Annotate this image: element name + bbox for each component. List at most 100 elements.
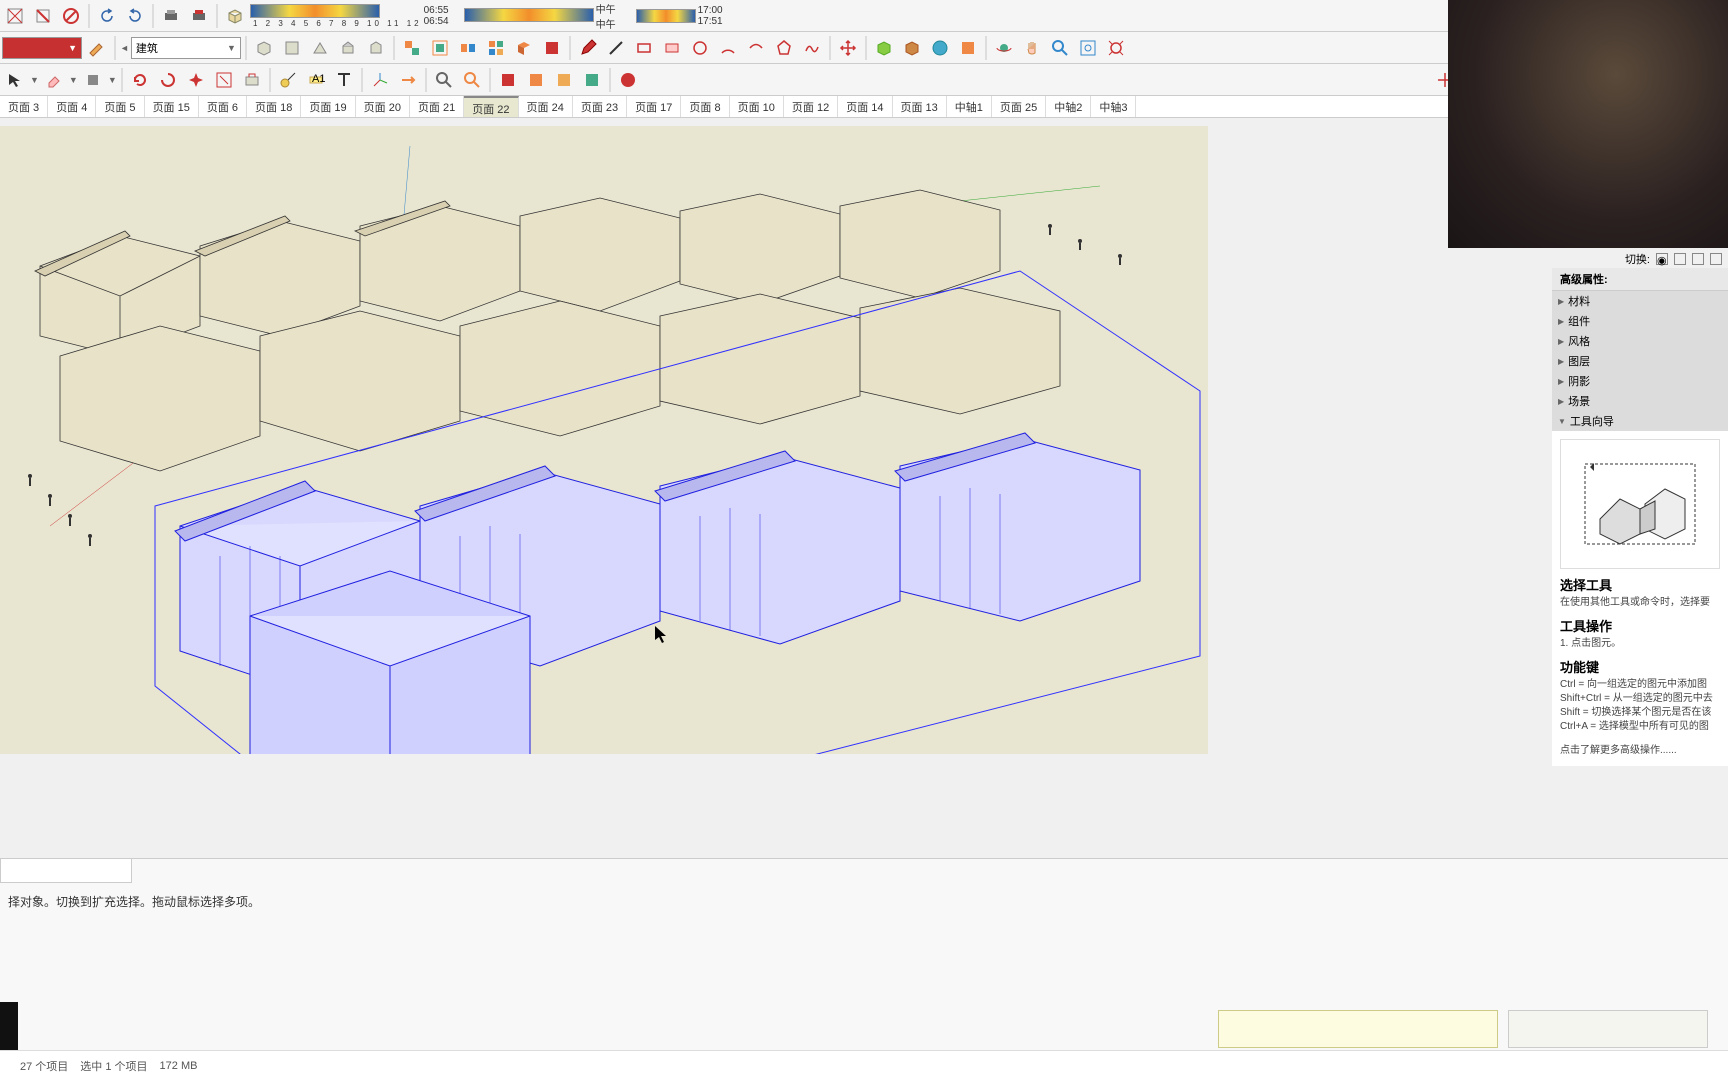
component-6-icon[interactable] — [539, 35, 565, 61]
paint-bucket-icon[interactable] — [80, 67, 106, 93]
scene-tab[interactable]: 页面 18 — [247, 96, 301, 117]
scene-tab[interactable]: 页面 19 — [301, 96, 355, 117]
undo-icon[interactable] — [94, 3, 120, 29]
view-front-icon[interactable] — [307, 35, 333, 61]
paint-icon[interactable] — [84, 35, 110, 61]
circle-icon[interactable] — [687, 35, 713, 61]
ext-2-icon[interactable] — [523, 67, 549, 93]
rect-fill-icon[interactable] — [659, 35, 685, 61]
toggle-1-icon[interactable]: ◉ — [1656, 253, 1668, 265]
panel-section-header[interactable]: 阴影 — [1552, 371, 1728, 391]
scene-tab[interactable]: 页面 6 — [199, 96, 247, 117]
material-dropdown[interactable]: ▼ — [2, 37, 82, 59]
tool-cancel-icon[interactable] — [58, 3, 84, 29]
zoom-sel-icon[interactable] — [459, 67, 485, 93]
plugin-2-icon[interactable] — [899, 35, 925, 61]
scene-tab[interactable]: 页面 21 — [410, 96, 464, 117]
scene-tab[interactable]: 页面 8 — [681, 96, 729, 117]
text-icon[interactable] — [331, 67, 357, 93]
rotate-icon[interactable] — [155, 67, 181, 93]
ext-5-icon[interactable] — [615, 67, 641, 93]
ext-1-icon[interactable] — [495, 67, 521, 93]
dimension-icon[interactable]: A1 — [303, 67, 329, 93]
toggle-4-icon[interactable] — [1710, 253, 1722, 265]
panel-section-header[interactable]: 组件 — [1552, 311, 1728, 331]
panel-section-header[interactable]: 工具向导 — [1552, 411, 1728, 431]
scene-tab[interactable]: 中轴3 — [1091, 96, 1136, 117]
eraser-icon[interactable] — [41, 67, 67, 93]
orbit-icon[interactable] — [991, 35, 1017, 61]
view-top-icon[interactable] — [279, 35, 305, 61]
toggle-3-icon[interactable] — [1692, 253, 1704, 265]
scene-tab[interactable]: 页面 22 — [464, 96, 518, 117]
arc2-icon[interactable] — [743, 35, 769, 61]
more-link[interactable]: 点击了解更多高级操作...... — [1560, 744, 1720, 758]
layer-dropdown[interactable]: 建筑▼ — [131, 37, 241, 59]
ext-4-icon[interactable] — [579, 67, 605, 93]
tape-icon[interactable] — [275, 67, 301, 93]
zoom-window-icon[interactable] — [1075, 35, 1101, 61]
move-red-icon[interactable] — [835, 35, 861, 61]
scene-tab[interactable]: 页面 20 — [356, 96, 410, 117]
line-icon[interactable] — [603, 35, 629, 61]
zoom-icon[interactable] — [1047, 35, 1073, 61]
shadow-time-1[interactable]: 1 2 3 4 5 6 7 8 9 10 11 12 — [250, 4, 422, 28]
followme-icon[interactable] — [239, 67, 265, 93]
view-side-icon[interactable] — [335, 35, 361, 61]
arc-icon[interactable] — [715, 35, 741, 61]
tool-select-icon[interactable] — [2, 3, 28, 29]
panel-section-header[interactable]: 图层 — [1552, 351, 1728, 371]
component-2-icon[interactable] — [427, 35, 453, 61]
refresh-icon[interactable] — [127, 67, 153, 93]
scene-tab[interactable]: 页面 5 — [96, 96, 144, 117]
print-icon[interactable] — [158, 3, 184, 29]
scene-tab[interactable]: 页面 14 — [838, 96, 892, 117]
scale-sparkle-icon[interactable] — [183, 67, 209, 93]
view-back-icon[interactable] — [363, 35, 389, 61]
view-iso-icon[interactable] — [251, 35, 277, 61]
component-3-icon[interactable] — [455, 35, 481, 61]
pencil-icon[interactable] — [575, 35, 601, 61]
tool-delete-icon[interactable] — [30, 3, 56, 29]
component-5-icon[interactable] — [511, 35, 537, 61]
redo-icon[interactable] — [122, 3, 148, 29]
shadow-time-2[interactable] — [464, 8, 594, 23]
plugin-1-icon[interactable] — [871, 35, 897, 61]
select-arrow-icon[interactable] — [2, 67, 28, 93]
section-icon[interactable] — [395, 67, 421, 93]
component-4-icon[interactable] — [483, 35, 509, 61]
pan-icon[interactable] — [1019, 35, 1045, 61]
scene-tab[interactable]: 页面 13 — [893, 96, 947, 117]
scene-tab[interactable]: 中轴1 — [947, 96, 992, 117]
scene-tab[interactable]: 页面 24 — [519, 96, 573, 117]
panel-section-header[interactable]: 材料 — [1552, 291, 1728, 311]
plugin-3-icon[interactable] — [927, 35, 953, 61]
toggle-2-icon[interactable] — [1674, 253, 1686, 265]
zoom-tool-icon[interactable] — [431, 67, 457, 93]
scene-tab[interactable]: 页面 25 — [992, 96, 1046, 117]
rect-icon[interactable] — [631, 35, 657, 61]
scene-tab[interactable]: 页面 23 — [573, 96, 627, 117]
scene-tab[interactable]: 页面 17 — [627, 96, 681, 117]
scene-tab[interactable]: 页面 4 — [48, 96, 96, 117]
polygon-icon[interactable] — [771, 35, 797, 61]
zoom-extents-icon[interactable] — [1103, 35, 1129, 61]
ext-3-icon[interactable] — [551, 67, 577, 93]
scene-tab[interactable]: 页面 15 — [145, 96, 199, 117]
scene-tab[interactable]: 页面 12 — [784, 96, 838, 117]
scene-tab[interactable]: 页面 3 — [0, 96, 48, 117]
panel-section-header[interactable]: 场景 — [1552, 391, 1728, 411]
shadow-time-3[interactable] — [636, 9, 696, 23]
scene-tab[interactable]: 页面 10 — [730, 96, 784, 117]
plugin-4-icon[interactable] — [955, 35, 981, 61]
viewport-3d[interactable] — [0, 126, 1208, 754]
print-red-icon[interactable] — [186, 3, 212, 29]
scene-tab[interactable]: 中轴2 — [1046, 96, 1091, 117]
component-1-icon[interactable] — [399, 35, 425, 61]
offset-icon[interactable] — [211, 67, 237, 93]
panel-section-header[interactable]: 风格 — [1552, 331, 1728, 351]
bottom-tab[interactable] — [0, 859, 132, 883]
freehand-icon[interactable] — [799, 35, 825, 61]
axes-icon[interactable] — [367, 67, 393, 93]
box-icon[interactable] — [222, 3, 248, 29]
